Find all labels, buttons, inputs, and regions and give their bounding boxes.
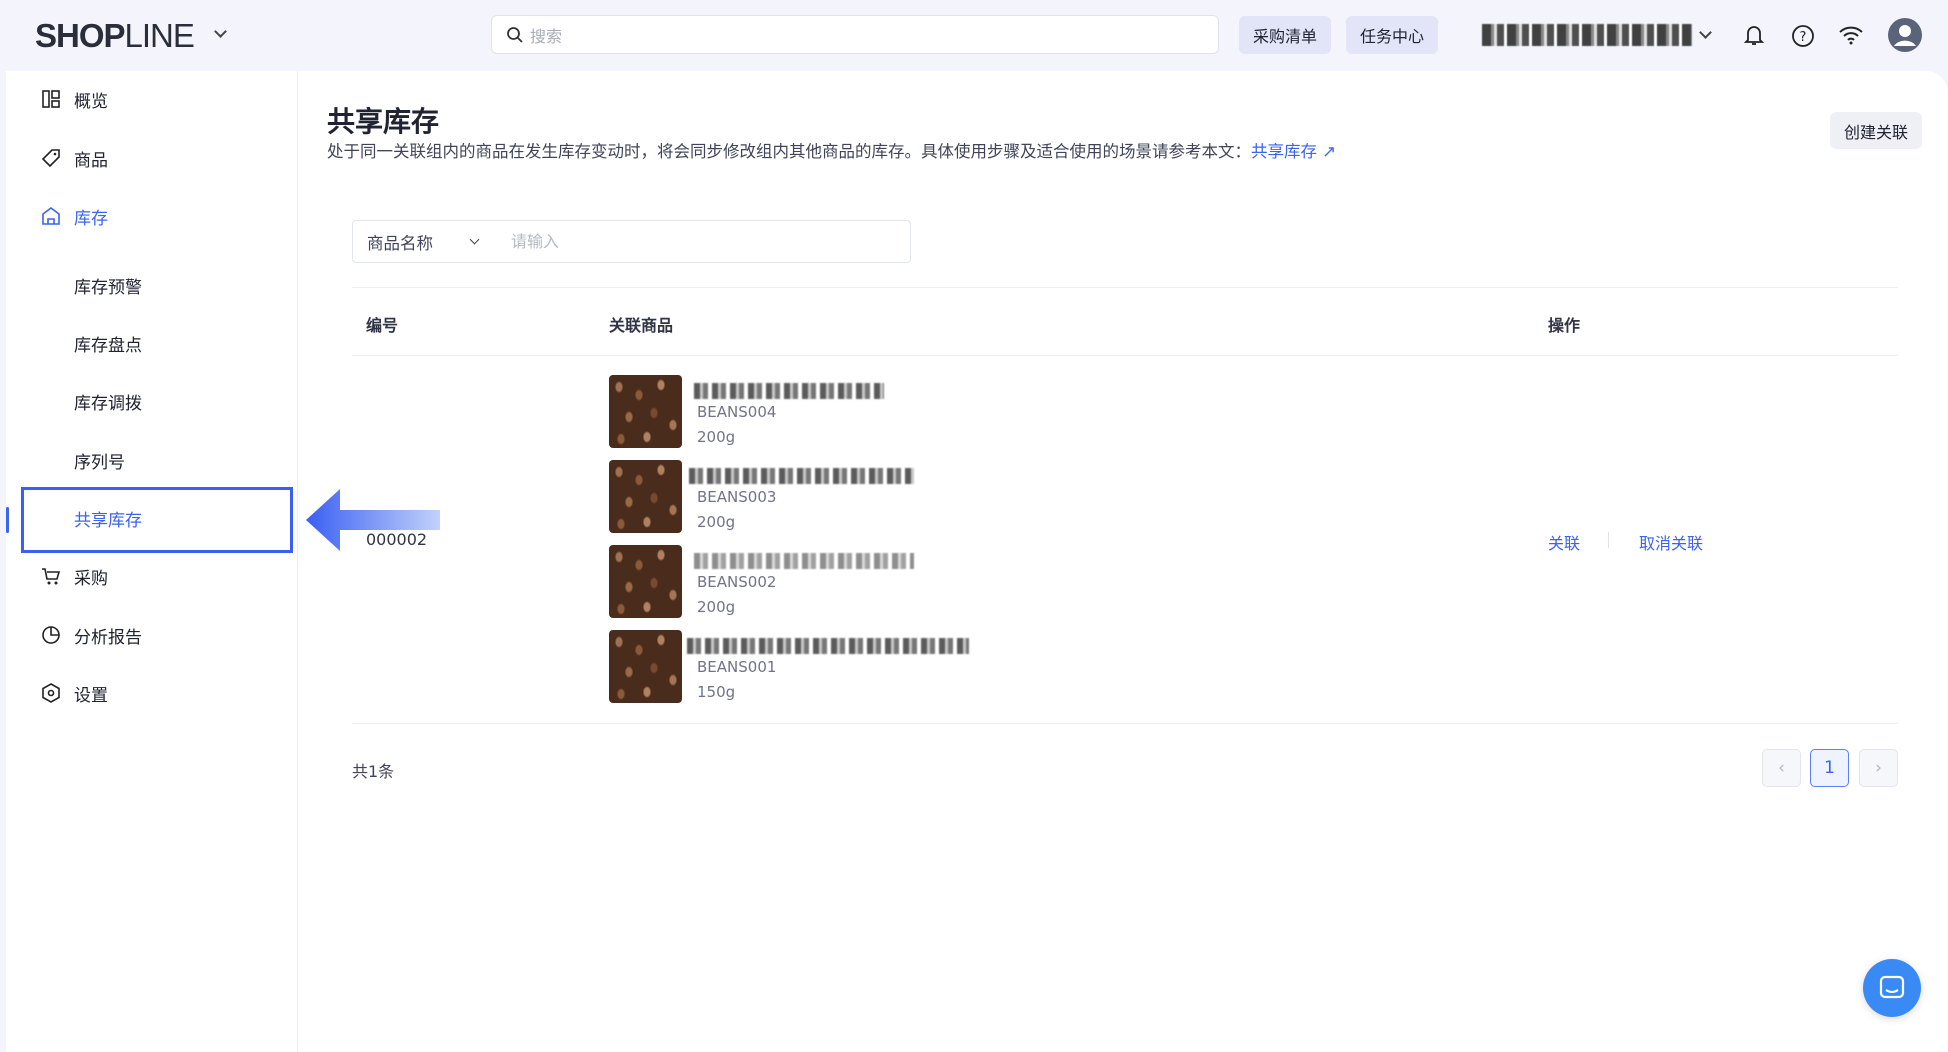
help-link[interactable]: 共享库存: [1251, 142, 1317, 161]
global-search-input[interactable]: 搜索: [491, 15, 1219, 54]
product-name-blurred: [694, 383, 884, 399]
sidebar-item-purchasing[interactable]: 采购: [6, 556, 298, 596]
page-1-button[interactable]: 1: [1810, 749, 1849, 787]
tag-icon: [41, 148, 61, 168]
create-association-button[interactable]: 创建关联: [1830, 112, 1922, 149]
warehouse-icon: [41, 206, 61, 226]
purchase-list-button[interactable]: 采购清单: [1239, 16, 1331, 54]
product-item: BEANS002 200g: [609, 545, 1209, 618]
divider: [352, 723, 1898, 724]
chat-support-button[interactable]: [1863, 959, 1921, 1017]
chevron-left-icon: ‹: [1778, 758, 1785, 778]
product-image: [609, 545, 682, 618]
cart-icon: [41, 566, 61, 586]
avatar[interactable]: [1887, 17, 1923, 53]
settings-icon: [41, 683, 61, 703]
chevron-down-icon: [469, 234, 480, 245]
next-page-button[interactable]: ›: [1859, 749, 1898, 787]
top-header: SHOPLINE 搜索 采购清单 任务中心 ?: [0, 0, 1948, 71]
bell-icon[interactable]: [1743, 23, 1765, 47]
dashboard-icon: [41, 89, 61, 109]
product-name-blurred: [689, 468, 914, 484]
sidebar-item-inventory[interactable]: 库存: [6, 196, 298, 236]
column-header-id: 编号: [366, 316, 399, 335]
page-description: 处于同一关联组内的商品在发生库存变动时，将会同步修改组内其他商品的库存。具体使用…: [327, 142, 1337, 161]
column-header-actions: 操作: [1548, 316, 1581, 335]
chevron-right-icon: ›: [1875, 758, 1882, 778]
page-title: 共享库存: [327, 105, 440, 138]
store-switch-chevron-icon[interactable]: [214, 25, 227, 38]
filter-field-select[interactable]: 商品名称: [352, 220, 497, 263]
sidebar-item-stock-alert[interactable]: 库存预警: [6, 265, 298, 305]
store-chevron-icon[interactable]: [1699, 26, 1712, 39]
product-item: BEANS004 200g: [609, 375, 1209, 448]
sidebar-item-stock-transfer[interactable]: 库存调拨: [6, 381, 298, 421]
chat-icon: [1879, 975, 1905, 999]
divider: [352, 287, 1898, 288]
active-indicator: [6, 507, 9, 533]
prev-page-button[interactable]: ‹: [1762, 749, 1801, 787]
unassociate-link[interactable]: 取消关联: [1639, 530, 1703, 554]
action-separator: [1608, 532, 1609, 548]
product-image: [609, 630, 682, 703]
group-id: 000002: [366, 530, 428, 549]
sidebar: 概览 商品 库存 库存预警 库存盘点 库存调拨 序列号 共享库存 采购 分析报告…: [6, 71, 298, 1052]
filter-search-input[interactable]: [496, 220, 911, 263]
store-name-blurred[interactable]: [1482, 24, 1692, 46]
sidebar-item-products[interactable]: 商品: [6, 138, 298, 178]
product-image: [609, 460, 682, 533]
divider: [352, 355, 1898, 356]
task-center-button[interactable]: 任务中心: [1346, 16, 1438, 54]
product-name-blurred: [694, 553, 914, 569]
sidebar-item-overview[interactable]: 概览: [6, 79, 298, 119]
product-image: [609, 375, 682, 448]
total-count: 共1条: [352, 762, 395, 781]
sidebar-item-settings[interactable]: 设置: [6, 673, 298, 713]
sidebar-item-stocktake[interactable]: 库存盘点: [6, 323, 298, 363]
associate-link[interactable]: 关联: [1548, 530, 1580, 554]
sidebar-item-reports[interactable]: 分析报告: [6, 615, 298, 655]
column-header-products: 关联商品: [609, 316, 674, 335]
search-icon: [507, 26, 523, 43]
product-item: BEANS003 200g: [609, 460, 1209, 533]
highlight-box: [21, 487, 293, 553]
external-link-icon[interactable]: ↗: [1317, 142, 1336, 161]
product-item: BEANS001 150g: [609, 630, 1209, 703]
wifi-icon[interactable]: [1838, 24, 1864, 46]
pie-chart-icon: [41, 625, 61, 645]
product-name-blurred: [687, 638, 969, 654]
help-icon[interactable]: ?: [1791, 24, 1815, 48]
sidebar-item-serial-number[interactable]: 序列号: [6, 440, 298, 480]
svg-text:?: ?: [1800, 30, 1807, 45]
shopline-logo[interactable]: SHOPLINE: [35, 17, 195, 55]
